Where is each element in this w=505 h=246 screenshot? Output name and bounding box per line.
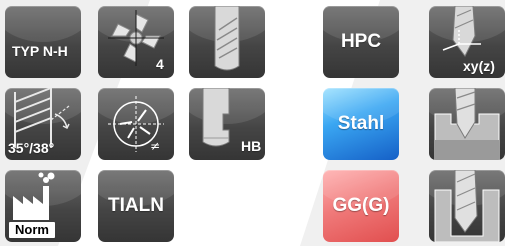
type-nh-label: TYP N-H [12,43,68,59]
tile-plunging[interactable] [429,170,505,242]
hpc-label: HPC [340,31,382,52]
svg-text:≠: ≠ [150,139,160,153]
tile-xyz[interactable]: xy(z) [429,6,505,78]
tile-hpc[interactable]: HPC [323,6,399,78]
tialn-label: TIALN [108,195,164,216]
stahl-label: Stahl [337,113,385,134]
tile-type-nh[interactable]: TYP N-H [5,6,81,78]
tile-tialn[interactable]: TIALN [98,170,174,242]
norm-label: Norm [9,222,55,238]
tile-flutes[interactable]: 4 [98,6,174,78]
tile-stahl[interactable]: Stahl [323,88,399,160]
tile-hb-shank[interactable]: HB [189,88,265,160]
ramping-icon [434,88,500,160]
shank-icon [214,6,240,71]
flutes-count-label: 4 [156,56,164,72]
tile-unequal-division[interactable]: ≠ [98,88,174,160]
tile-norm[interactable]: Norm [5,170,81,242]
helix-angle-label: 35°/38° [8,140,55,156]
tile-ramping[interactable] [429,88,505,160]
tile-helix-angle[interactable]: 35°/38° [5,88,81,160]
tile-shank[interactable] [189,6,265,78]
hb-label: HB [241,138,262,154]
tile-gg[interactable]: GG(G) [323,170,399,242]
unequal-division-icon: ≠ [108,96,164,153]
plunging-icon [434,170,500,242]
xyz-label: xy(z) [463,58,495,74]
gg-label: GG(G) [332,195,390,216]
